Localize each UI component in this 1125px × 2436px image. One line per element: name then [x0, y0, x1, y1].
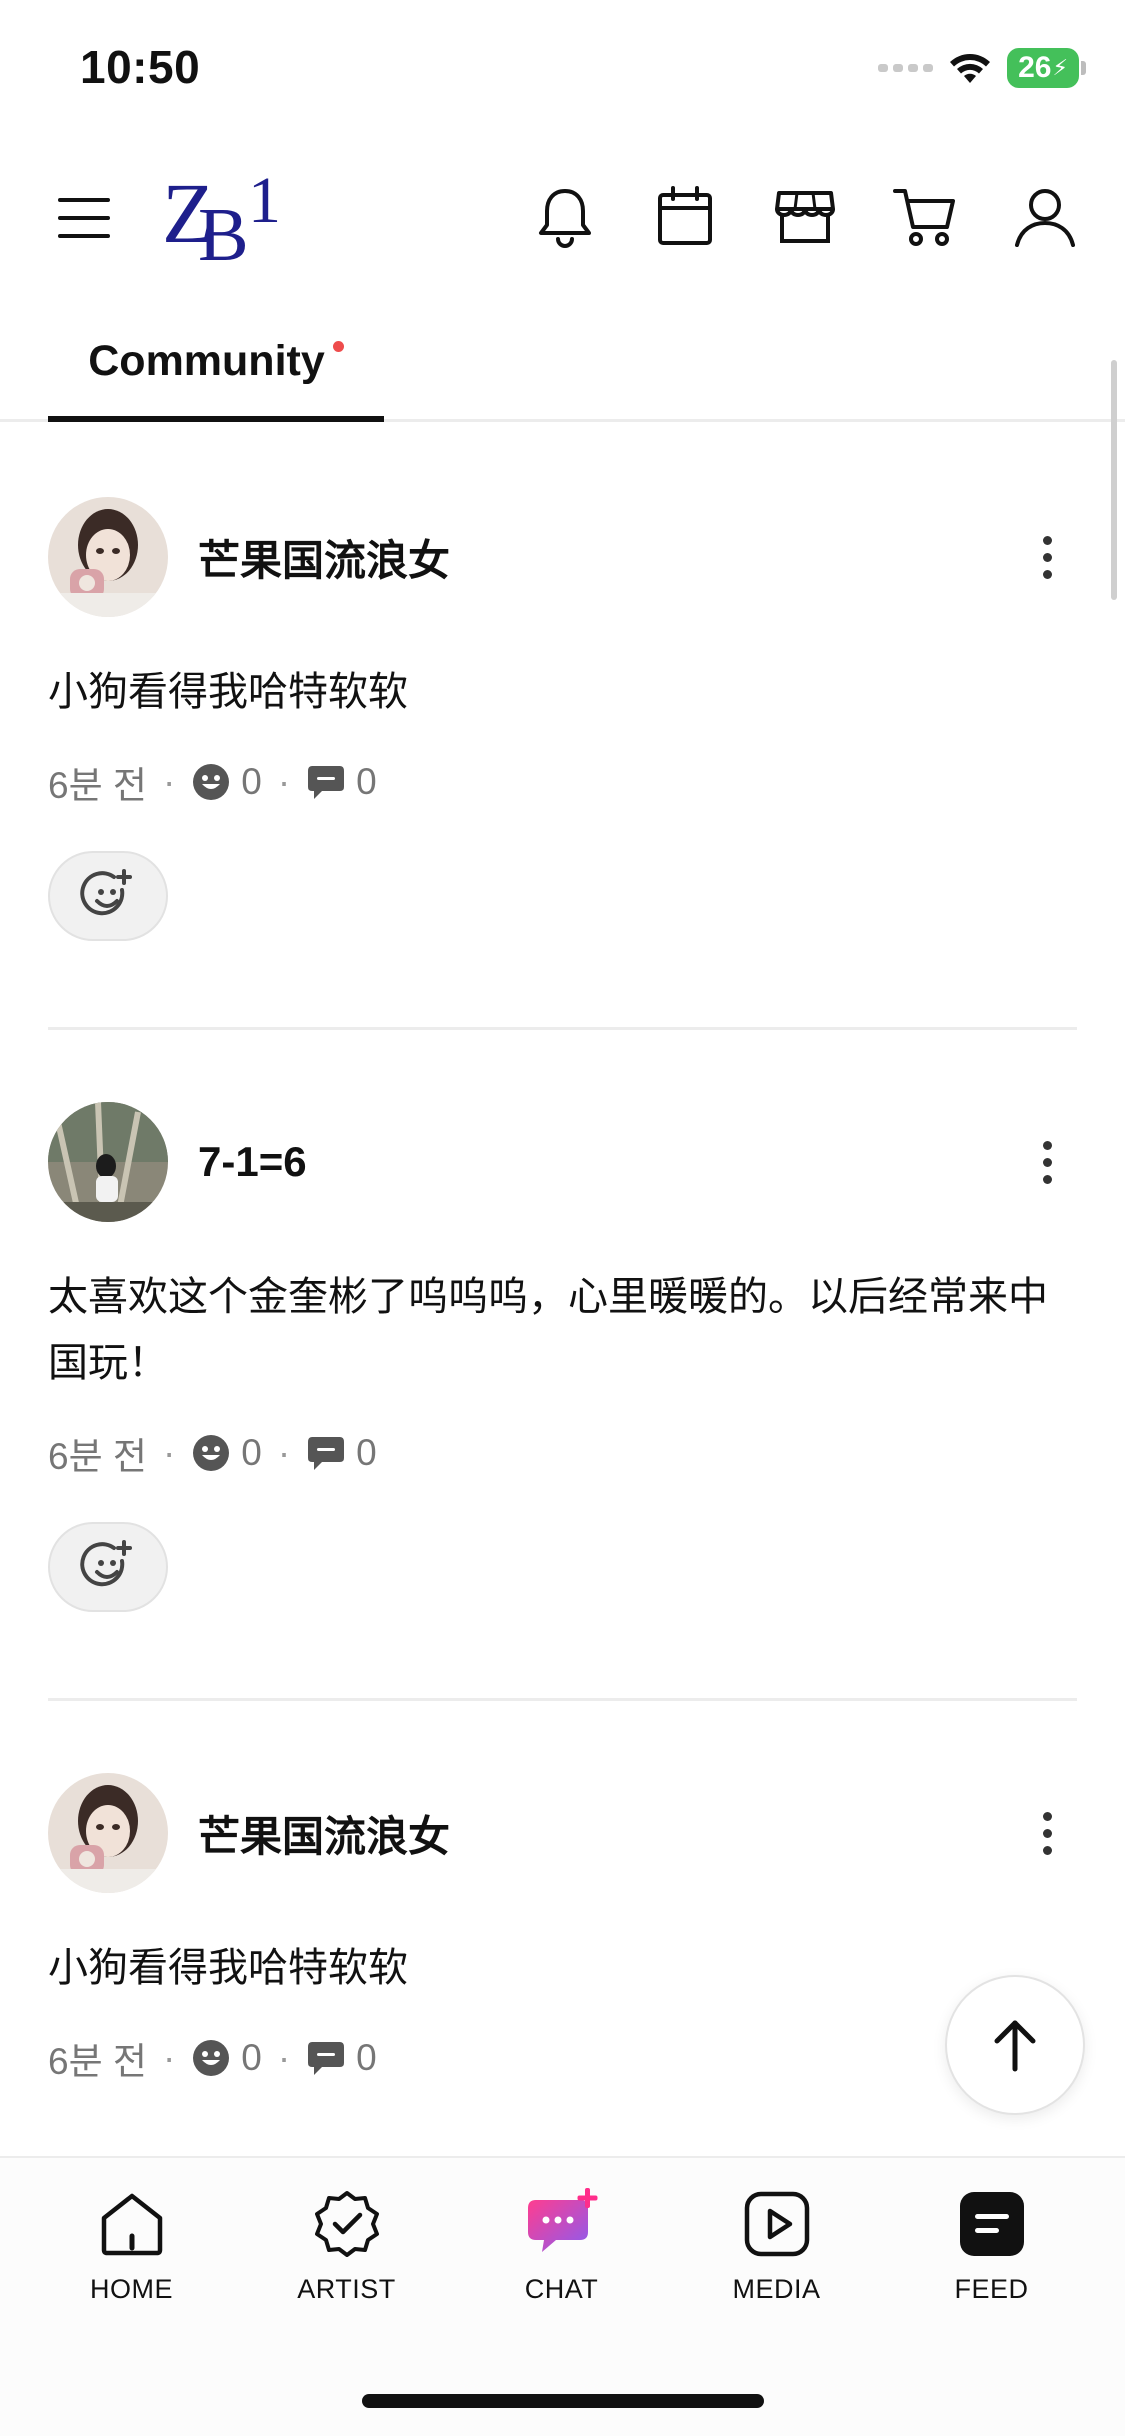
reaction-count: 0 [241, 1432, 262, 1473]
tab-community-label: Community [88, 336, 325, 385]
menu-icon[interactable] [48, 182, 120, 254]
avatar[interactable] [48, 497, 168, 617]
smiley-icon [191, 762, 231, 802]
nav-artist[interactable]: ARTIST [239, 2188, 454, 2305]
post-header: 7-1=6 [48, 1102, 1077, 1222]
nav-home-label: HOME [90, 2274, 173, 2304]
feed-icon [956, 2188, 1028, 2260]
post-header: 芒果国流浪女 [48, 497, 1077, 617]
battery-level: 26 [1018, 51, 1052, 84]
arrow-up-icon [994, 2020, 1036, 2072]
bell-icon[interactable] [505, 172, 625, 262]
nav-feed[interactable]: FEED [884, 2188, 1099, 2305]
cellular-signal-icon [878, 64, 933, 72]
comment-icon [306, 2038, 346, 2078]
avatar[interactable] [48, 1102, 168, 1222]
profile-icon[interactable] [985, 172, 1105, 262]
tab-active-underline [48, 416, 384, 422]
more-options-icon[interactable] [1017, 517, 1077, 597]
status-indicators: 26 ⚡ [878, 48, 1086, 88]
home-indicator[interactable] [362, 2394, 764, 2408]
comment-count: 0 [356, 1432, 377, 1473]
post-card[interactable]: 芒果国流浪女 小狗看得我哈特软软 6분 전 · 0 · 0 [48, 1773, 1077, 2083]
post-time: 6분 전 [48, 2041, 147, 2082]
add-reaction-button[interactable] [48, 851, 168, 941]
comment-icon [306, 1433, 346, 1473]
post-card[interactable]: 芒果国流浪女 小狗看得我哈特软软 6분 전 · 0 · 0 [48, 497, 1077, 1030]
battery-icon: 26 ⚡ [1007, 48, 1086, 88]
home-icon [96, 2188, 168, 2260]
smiley-icon [191, 1433, 231, 1473]
nav-media-label: MEDIA [732, 2274, 821, 2304]
add-emoji-icon [80, 869, 132, 916]
chat-bubble-icon [526, 2188, 598, 2260]
zb1-logo[interactable]: Z B 1 [160, 164, 290, 277]
nav-chat[interactable]: CHAT [454, 2188, 669, 2305]
post-username[interactable]: 芒果国流浪女 [198, 527, 1017, 588]
calendar-icon[interactable] [625, 172, 745, 262]
post-card[interactable]: 7-1=6 太喜欢这个金奎彬了呜呜呜，心里暖暖的。以后经常来中国玩！ 6분 전 … [48, 1102, 1077, 1701]
post-time: 6분 전 [48, 1436, 147, 1477]
new-indicator-dot [332, 340, 344, 352]
post-username[interactable]: 7-1=6 [198, 1138, 1017, 1186]
nav-home[interactable]: HOME [24, 2188, 239, 2305]
post-meta: 6분 전 · 0 · 0 [48, 2033, 1077, 2083]
add-emoji-icon [80, 1540, 132, 1587]
post-username[interactable]: 芒果国流浪女 [198, 1803, 1017, 1864]
post-time: 6분 전 [48, 765, 147, 806]
post-body: 小狗看得我哈特软软 [48, 1945, 408, 1991]
tab-bar: Community [0, 300, 1125, 422]
post-meta: 6분 전 · 0 · 0 [48, 1428, 1077, 1478]
comment-count: 0 [356, 761, 377, 802]
wifi-icon [950, 54, 990, 83]
post-header: 芒果国流浪女 [48, 1773, 1077, 1893]
more-options-icon[interactable] [1017, 1793, 1077, 1873]
svg-text:B: B [198, 193, 249, 264]
reaction-count: 0 [241, 2037, 262, 2078]
verified-badge-icon [311, 2188, 383, 2260]
nav-artist-label: ARTIST [297, 2274, 396, 2304]
community-feed: 芒果国流浪女 小狗看得我哈特软软 6분 전 · 0 · 0 7-1=6 太喜欢这… [0, 425, 1125, 2083]
post-meta: 6분 전 · 0 · 0 [48, 757, 1077, 807]
cart-icon[interactable] [865, 172, 985, 262]
nav-feed-label: FEED [954, 2274, 1029, 2304]
svg-text:1: 1 [248, 164, 281, 237]
post-body: 太喜欢这个金奎彬了呜呜呜，心里暖暖的。以后经常来中国玩！ [48, 1274, 1048, 1386]
comment-icon [306, 762, 346, 802]
play-icon [741, 2188, 813, 2260]
comment-count: 0 [356, 2037, 377, 2078]
tab-community[interactable]: Community [48, 300, 384, 422]
status-time: 10:50 [80, 41, 201, 93]
smiley-icon [191, 2038, 231, 2078]
avatar[interactable] [48, 1773, 168, 1893]
scroll-to-top-button[interactable] [945, 1975, 1085, 2115]
status-bar: 10:50 26 ⚡ [0, 0, 1125, 140]
nav-media[interactable]: MEDIA [669, 2188, 884, 2305]
more-options-icon[interactable] [1017, 1122, 1077, 1202]
reaction-count: 0 [241, 761, 262, 802]
add-reaction-button[interactable] [48, 1522, 168, 1612]
app-header: Z B 1 [0, 150, 1125, 280]
nav-chat-label: CHAT [524, 2274, 599, 2304]
store-icon[interactable] [745, 172, 865, 262]
header-actions [505, 172, 1105, 262]
post-body: 小狗看得我哈特软软 [48, 669, 408, 715]
